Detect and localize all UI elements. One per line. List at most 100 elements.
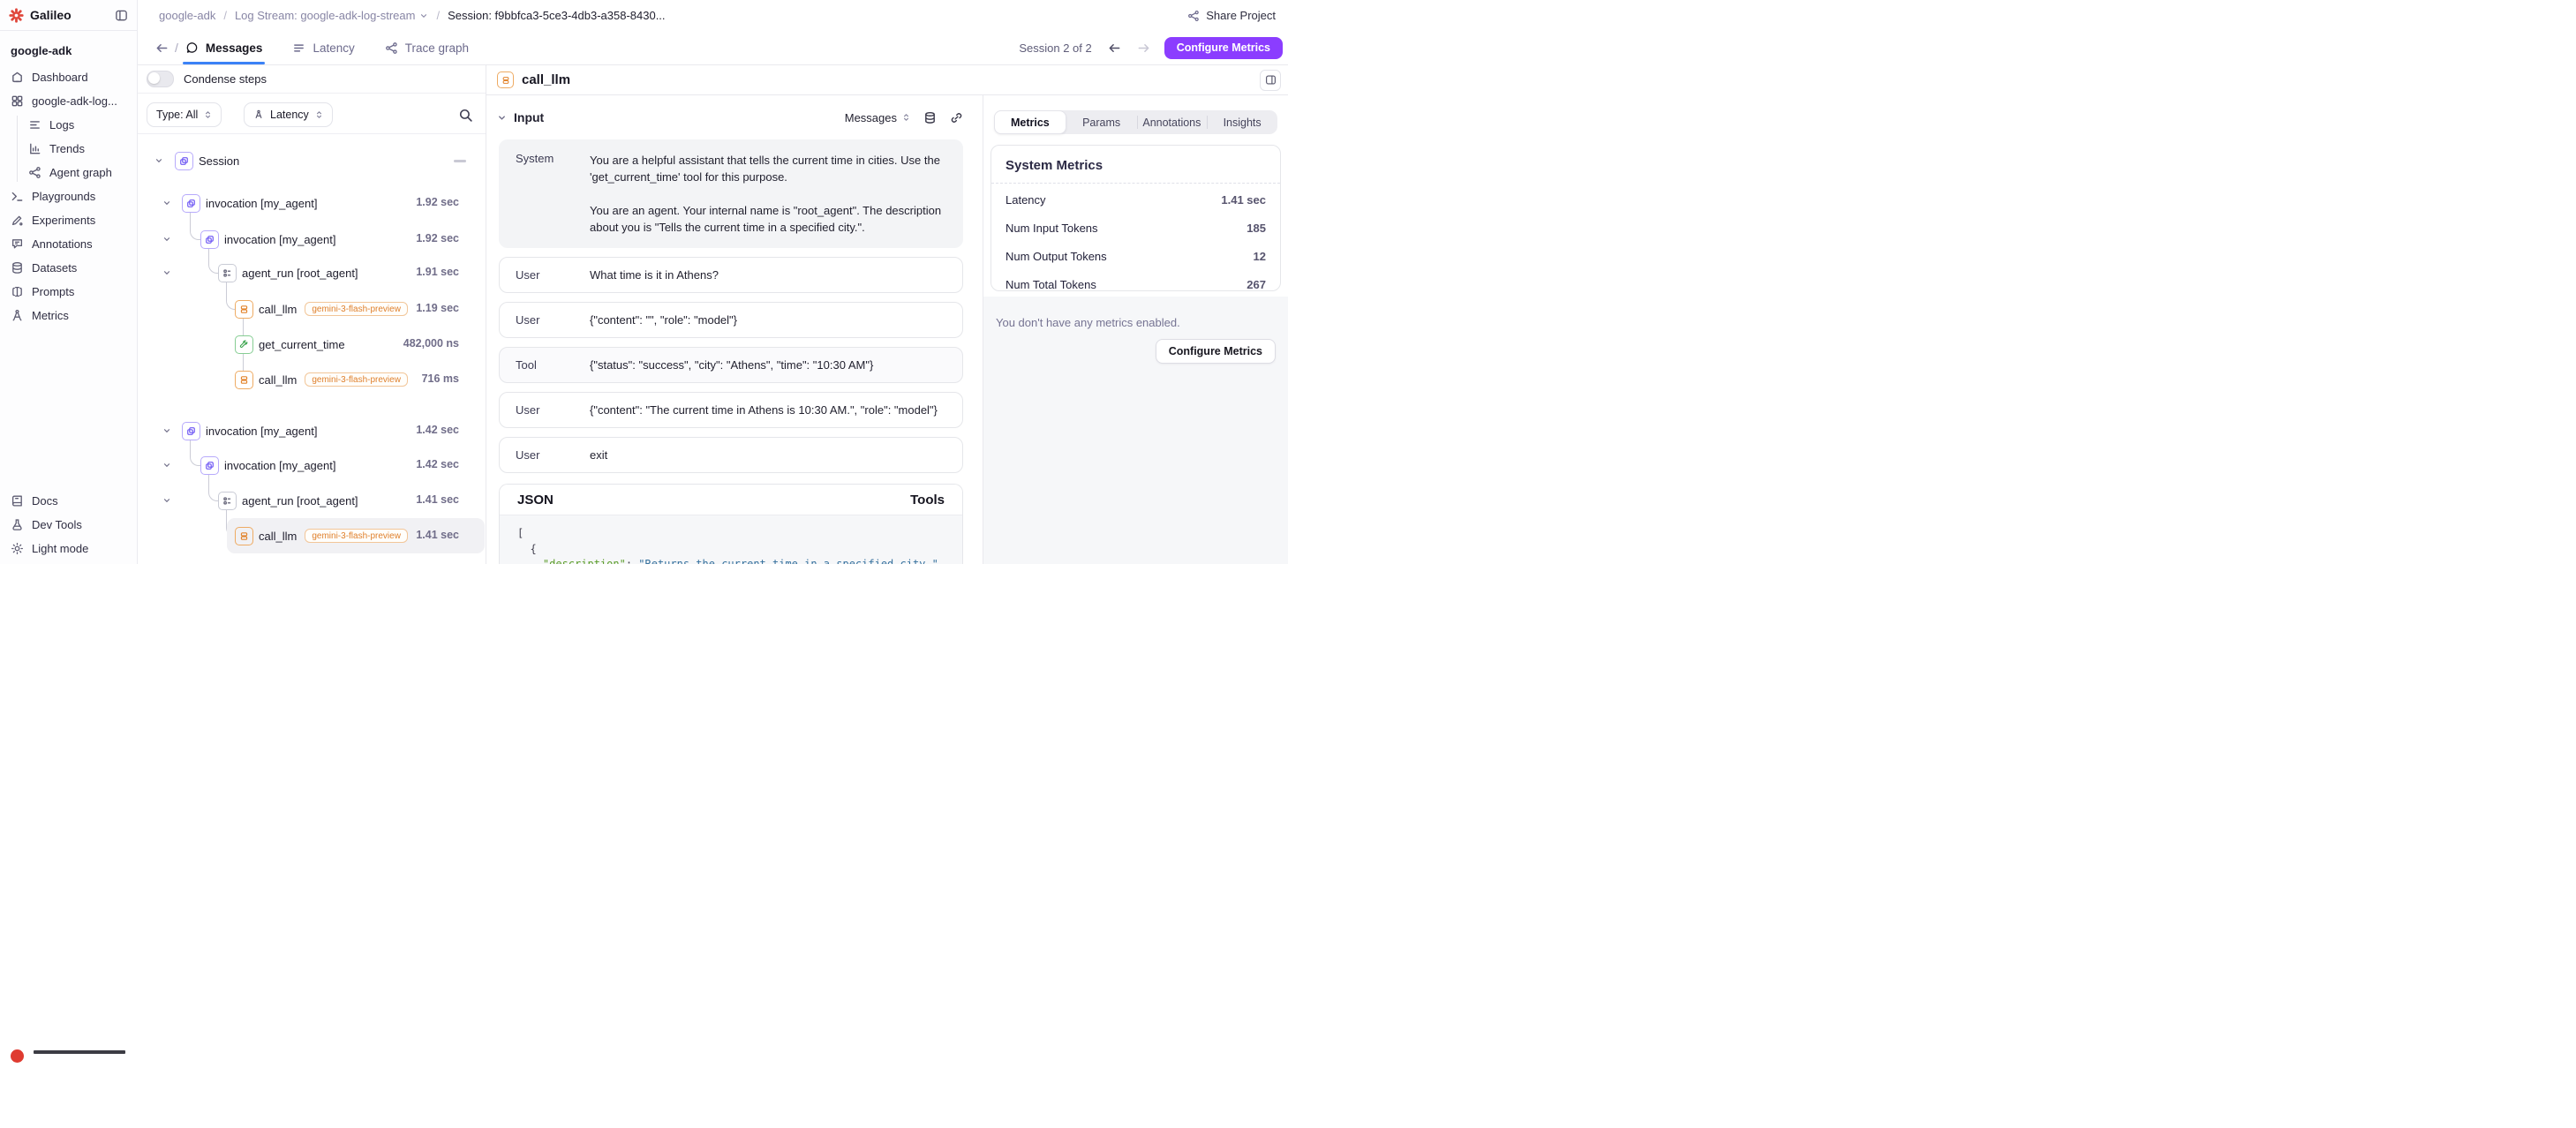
tree-row-label: invocation [my_agent] (224, 233, 335, 246)
model-badge: gemini-3-flash-preview (305, 529, 408, 543)
tree-row-invocation[interactable]: invocation [my_agent] 1.92 sec (138, 188, 486, 218)
next-session-arrow-icon[interactable] (1137, 41, 1150, 55)
message-content: exit (590, 447, 607, 463)
tab-metrics[interactable]: Metrics (994, 110, 1066, 134)
json-title: JSON (517, 493, 554, 508)
sidebar-item-dev-tools[interactable]: Dev Tools (0, 513, 137, 537)
chevron-down-icon[interactable] (162, 426, 171, 435)
session-pager: Session 2 of 2 (1019, 41, 1091, 55)
tree-row-invocation[interactable]: invocation [my_agent] 1.92 sec (138, 224, 486, 254)
share-project-button[interactable]: Share Project (1187, 9, 1276, 22)
sidebar-item-logs[interactable]: Logs (0, 113, 137, 137)
sidebar-footer: Docs Dev Tools Light mode (0, 489, 137, 560)
breadcrumb-log-stream[interactable]: Log Stream: google-adk-log-stream (235, 9, 429, 22)
search-icon[interactable] (458, 108, 473, 123)
chevron-down-icon[interactable] (162, 496, 171, 505)
sidebar-item-playgrounds[interactable]: Playgrounds (0, 184, 137, 208)
configure-metrics-button[interactable]: Configure Metrics (1164, 37, 1283, 59)
tree-row-call-llm-selected[interactable]: call_llm gemini-3-flash-preview 1.41 sec (138, 521, 486, 551)
type-filter-dropdown[interactable]: Type: All (147, 102, 222, 127)
chevron-down-icon[interactable] (162, 268, 171, 277)
sidebar-item-trends[interactable]: Trends (0, 137, 137, 161)
sidebar-item-prompts[interactable]: Prompts (0, 280, 137, 304)
tab-params[interactable]: Params (1066, 110, 1137, 134)
sidebar-item-dashboard[interactable]: Dashboard (0, 65, 137, 89)
breadcrumb-project[interactable]: google-adk (159, 9, 215, 22)
tab-latency[interactable]: Latency (292, 31, 354, 64)
metric-value: 185 (1247, 222, 1266, 235)
tree-row-agent-run[interactable]: agent_run [root_agent] 1.91 sec (138, 258, 486, 288)
database-icon[interactable] (923, 111, 937, 124)
chevron-down-icon[interactable] (497, 113, 507, 123)
tab-latency-label: Latency (313, 41, 354, 55)
message-content: What time is it in Athens? (590, 267, 719, 283)
json-corner-label: Tools (910, 493, 945, 508)
tabs-bar: / Messages Latency Trace graph Session 2… (138, 31, 1288, 65)
chevron-down-icon (419, 11, 428, 20)
share-nodes-icon (1187, 10, 1200, 22)
metrics-panel: Metrics Params Annotations Insights Syst… (983, 95, 1288, 564)
metric-value: 267 (1247, 278, 1266, 291)
sidebar-item-docs[interactable]: Docs (0, 489, 137, 513)
book-icon (11, 494, 24, 508)
sidebar-item-datasets[interactable]: Datasets (0, 256, 137, 280)
divider (138, 133, 486, 134)
tree-row-agent-run[interactable]: agent_run [root_agent] 1.41 sec (138, 485, 486, 515)
tree-row-session[interactable]: Session (138, 146, 486, 176)
metric-row-output-tokens: Num Output Tokens 12 (1006, 242, 1266, 270)
tab-annotations[interactable]: Annotations (1137, 110, 1208, 134)
configure-metrics-secondary-button[interactable]: Configure Metrics (1156, 339, 1276, 364)
previous-session-arrow-icon[interactable] (1108, 41, 1121, 55)
app-name: Galileo (30, 8, 72, 22)
divider (138, 93, 486, 94)
sidebar-item-agent-graph[interactable]: Agent graph (0, 161, 137, 184)
condense-steps-toggle[interactable] (147, 71, 174, 87)
chevron-down-icon[interactable] (154, 156, 163, 165)
tab-trace-graph-label: Trace graph (405, 41, 469, 55)
tab-trace-graph[interactable]: Trace graph (385, 31, 469, 64)
view-selector-dropdown[interactable]: Messages (845, 111, 910, 124)
message-role: System (516, 152, 590, 165)
message-role: User (516, 313, 590, 327)
tree-row-call-llm[interactable]: call_llm gemini-3-flash-preview 716 ms (138, 365, 486, 395)
message-tool: Tool {"status": "success", "city": "Athe… (499, 347, 963, 383)
sidebar: Galileo google-adk Dashboard google-adk-… (0, 0, 138, 564)
tree-row-label: agent_run [root_agent] (242, 494, 358, 508)
chevron-down-icon[interactable] (162, 199, 171, 207)
invocation-icon (200, 230, 219, 249)
sort-filter-dropdown[interactable]: Latency (244, 102, 333, 127)
sidebar-collapse-icon[interactable] (115, 9, 128, 22)
breadcrumb-separator: / (436, 9, 440, 22)
sidebar-item-experiments[interactable]: Experiments (0, 208, 137, 232)
duration: 1.19 sec (416, 302, 459, 314)
sidebar-item-light-mode[interactable]: Light mode (0, 537, 137, 560)
metric-value: 12 (1254, 250, 1266, 263)
message-content: You are a helpful assistant that tells t… (590, 152, 946, 236)
chevron-down-icon[interactable] (162, 235, 171, 244)
tab-messages[interactable]: Messages (185, 31, 263, 64)
sidebar-item-label: Logs (49, 118, 74, 132)
tree-row-tool[interactable]: get_current_time 482,000 ns (138, 329, 486, 359)
back-arrow-icon[interactable] (155, 41, 169, 55)
input-section-title: Input (514, 110, 544, 124)
sidebar-item-metrics[interactable]: Metrics (0, 304, 137, 327)
tab-insights[interactable]: Insights (1207, 110, 1277, 134)
tree-row-invocation[interactable]: invocation [my_agent] 1.42 sec (138, 450, 486, 480)
messages-list: System You are a helpful assistant that … (486, 139, 983, 473)
message-user: User exit (499, 437, 963, 473)
sidebar-item-label: Prompts (32, 285, 74, 298)
panel-right-collapse-icon[interactable] (1260, 70, 1281, 91)
sidebar-item-annotations[interactable]: Annotations (0, 232, 137, 256)
llm-icon (235, 371, 253, 389)
compass-icon (11, 309, 24, 322)
chevron-down-icon[interactable] (162, 461, 171, 470)
json-card-header: JSON Tools (500, 485, 962, 515)
message-user: User {"content": "", "role": "model"} (499, 302, 963, 338)
sidebar-item-log-stream[interactable]: google-adk-log... (0, 89, 137, 113)
user-avatar[interactable] (11, 1049, 24, 1063)
tree-row-call-llm[interactable]: call_llm gemini-3-flash-preview 1.19 sec (138, 294, 486, 324)
trace-graph-icon (385, 41, 398, 55)
tree-row-invocation[interactable]: invocation [my_agent] 1.42 sec (138, 416, 486, 446)
link-icon[interactable] (950, 111, 963, 124)
message-system: System You are a helpful assistant that … (499, 139, 963, 248)
